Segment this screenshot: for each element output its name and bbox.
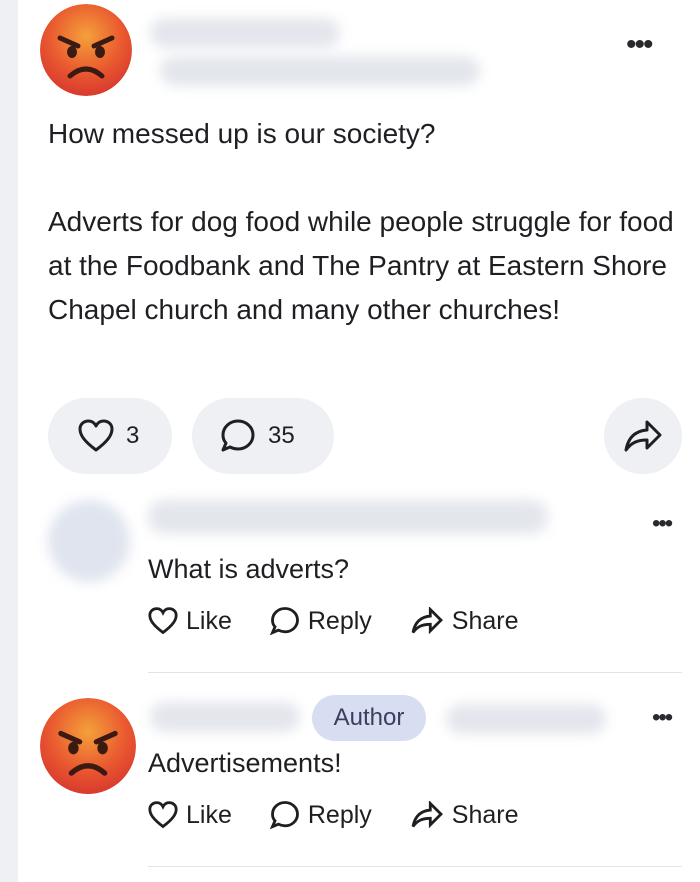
like-button[interactable]: Like [148,607,232,636]
reply-label: Reply [307,800,372,829]
post-meta-redacted [160,56,480,86]
author-meta-redacted [446,704,606,734]
commenter-name-redacted [148,500,548,534]
heart-icon [148,607,178,635]
heart-icon [148,801,178,829]
reply-button[interactable]: Reply [269,606,372,636]
comment-bubble-icon [269,801,299,830]
share-button[interactable]: Share [410,607,519,636]
like-button[interactable]: Like [148,801,232,830]
share-arrow-icon [624,420,662,452]
commenter-avatar-redacted[interactable] [48,500,130,582]
share-arrow-icon [411,801,443,829]
post-paragraph: Adverts for dog food while people strugg… [48,206,674,325]
poster-avatar-angry-emoji[interactable] [40,4,132,96]
share-label: Share [451,800,519,829]
heart-icon [78,419,114,452]
post-headline: How messed up is our society? [48,118,436,149]
more-dots-icon[interactable]: ••• [626,30,653,60]
share-button[interactable]: Share [410,801,519,830]
like-label: Like [186,800,232,829]
like-label: Like [186,606,232,635]
author-badge: Author [312,695,426,741]
share-label: Share [451,606,519,635]
post-body: How messed up is our society? Adverts fo… [48,112,678,332]
username-redacted [150,18,340,48]
author-name-redacted [150,702,300,732]
like-count: 3 [126,422,140,449]
comment-text: What is adverts? [148,554,350,584]
left-rail [0,0,18,882]
share-pill[interactable] [604,398,682,474]
comment-more-dots-icon[interactable]: ••• [652,706,673,730]
divider [148,672,682,673]
divider [148,866,682,867]
comment-actions: Like Reply Share [148,606,557,636]
author-avatar-angry-emoji[interactable] [40,698,136,794]
comment-bubble-icon [269,607,299,636]
comment-count: 35 [268,422,295,449]
reply-button[interactable]: Reply [269,800,372,830]
comment-more-dots-icon[interactable]: ••• [652,512,673,536]
share-arrow-icon [411,607,443,635]
like-pill[interactable]: 3 [48,398,172,474]
comment-pill[interactable]: 35 [192,398,334,474]
reply-label: Reply [307,606,372,635]
comment-bubble-icon [221,419,255,452]
comment-text: Advertisements! [148,748,342,778]
comment-actions: Like Reply Share [148,800,557,830]
